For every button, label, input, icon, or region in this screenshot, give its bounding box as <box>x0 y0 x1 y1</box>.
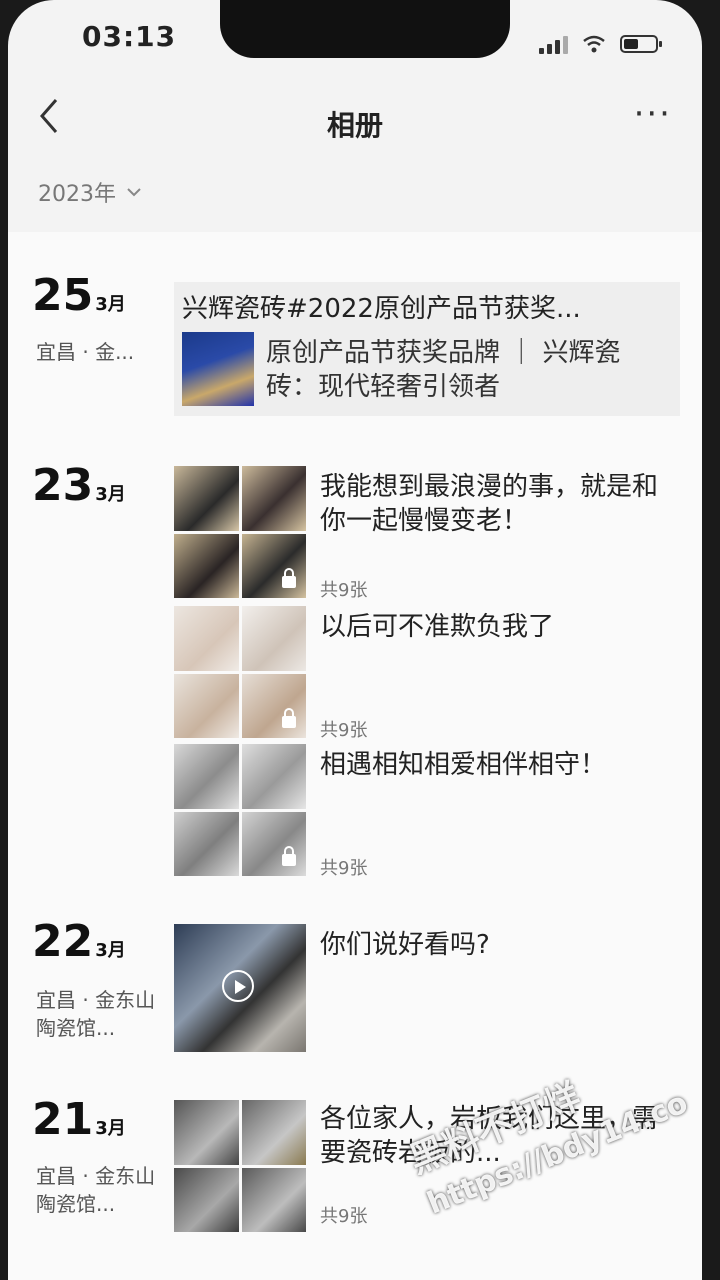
signal-icon <box>539 34 568 54</box>
photo-count: 共9张 <box>320 1206 368 1227</box>
month-label: 3月 <box>95 1118 126 1139</box>
link-thumbnail <box>182 332 254 406</box>
month-label: 3月 <box>95 294 126 315</box>
date-21: 21 3月 <box>32 1094 126 1145</box>
lock-icon <box>282 846 296 866</box>
link-title: 兴辉瓷砖#2022原创产品节获奖... <box>182 294 581 324</box>
date-22: 22 3月 <box>32 916 126 967</box>
photo-grid[interactable] <box>174 466 306 598</box>
post-text: 相遇相知相爱相伴相守！ <box>320 750 607 780</box>
camera-notch <box>220 0 510 58</box>
day-number: 25 <box>32 270 94 321</box>
nav-bar: 相册 ··· <box>8 88 702 152</box>
photo-grid[interactable] <box>174 1100 306 1232</box>
month-label: 3月 <box>95 484 126 505</box>
status-time: 03:13 <box>82 20 177 53</box>
location-label: 宜昌 · 金... <box>36 340 135 364</box>
wifi-icon <box>583 35 605 53</box>
post-text: 以后可不准欺负我了 <box>320 612 555 642</box>
year-filter[interactable]: 2023年 <box>38 176 142 208</box>
video-thumbnail[interactable] <box>174 924 306 1052</box>
location-label: 宜昌 · 金东山陶瓷馆... <box>36 988 156 1040</box>
chevron-down-icon <box>127 188 141 197</box>
lock-icon <box>282 708 296 728</box>
post-text: 你们说好看吗? <box>320 930 490 960</box>
photo-count: 共9张 <box>320 858 368 879</box>
status-icons <box>539 34 662 54</box>
play-icon <box>222 970 254 1002</box>
month-label: 3月 <box>95 940 126 961</box>
location-label: 宜昌 · 金东山陶瓷馆... <box>36 1164 156 1216</box>
day-number: 23 <box>32 460 94 511</box>
phone-screen: 03:13 相册 ··· 2023年 25 3月 宜昌 · 金... 兴辉瓷砖#2… <box>8 0 702 1280</box>
photo-count: 共9张 <box>320 580 368 601</box>
photo-grid[interactable] <box>174 744 306 876</box>
date-25: 25 3月 <box>32 270 126 321</box>
lock-icon <box>282 568 296 588</box>
more-options-button[interactable]: ··· <box>634 94 672 134</box>
link-description: 原创产品节获奖品牌 ｜ 兴辉瓷砖：现代轻奢引领者 <box>266 338 621 402</box>
battery-icon <box>620 35 662 53</box>
post-text: 我能想到最浪漫的事，就是和你一起慢慢变老！ <box>320 472 659 536</box>
year-label: 2023年 <box>38 182 116 207</box>
date-23: 23 3月 <box>32 460 126 511</box>
shared-link-card[interactable]: 兴辉瓷砖#2022原创产品节获奖... 原创产品节获奖品牌 ｜ 兴辉瓷砖：现代轻… <box>174 282 680 416</box>
photo-count: 共9张 <box>320 720 368 741</box>
photo-grid[interactable] <box>174 606 306 738</box>
page-title: 相册 <box>326 109 383 142</box>
day-number: 22 <box>32 916 94 967</box>
day-number: 21 <box>32 1094 94 1145</box>
